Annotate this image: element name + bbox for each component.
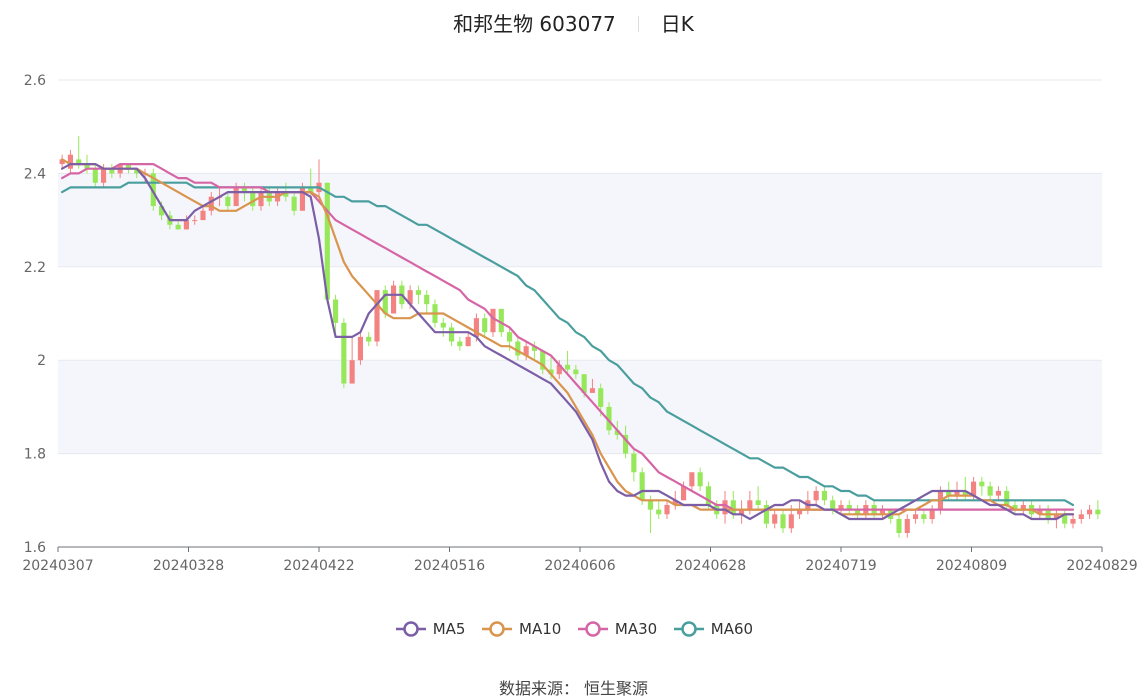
candle-body [1070,518,1076,524]
candle-body [896,518,902,533]
kline-chart: 1.6 1.8 2 2.2 2.4 2.6 20240307 20240328 20240422… [22,73,1137,574]
x-tick-label: 20240422 [283,558,354,574]
candle-body [830,500,836,510]
candle-body [457,341,463,347]
candle-body [465,336,471,347]
candle-body [498,308,504,333]
candle-body [921,514,927,519]
candle-body [722,500,728,515]
legend-item-ma10[interactable]: MA10 [480,620,561,638]
candle-body [656,509,662,515]
legend-label-ma5: MA5 [432,620,466,638]
candle-body [1004,490,1010,505]
candle-body [200,210,206,221]
candle-body [995,490,1001,496]
candle-body [515,341,521,356]
candle-body [208,196,214,211]
candle-body [183,220,189,230]
candle-body [987,486,993,496]
candle-body [391,285,397,314]
x-tick-label: 20240328 [153,558,224,574]
candle-body [697,472,703,487]
candle-body [689,472,695,487]
y-tick-label: 2 [37,353,46,369]
candle-body [631,453,637,473]
candle-body [341,322,347,384]
x-tick-label: 20240829 [1066,558,1137,574]
legend-marker-ma5-icon [395,621,426,637]
candle-body [913,514,919,519]
grid-band [58,360,1102,454]
y-tick-label: 2.2 [24,260,46,276]
candle-body [1078,514,1084,519]
y-tick-label: 2.4 [24,166,46,182]
candle-body [440,322,446,328]
legend-label-ma10: MA10 [519,620,562,638]
legend-marker-ma30-icon [578,621,609,637]
candle-body [664,504,670,515]
candle-body [449,327,455,342]
candle-body [813,490,819,501]
candle-body [647,500,653,510]
candle-body [92,168,98,183]
legend-label-ma60: MA60 [710,620,754,638]
legend-item-ma30[interactable]: MA30 [576,620,657,638]
candle-body [299,187,305,211]
candle-body [929,509,935,519]
y-tick-label: 1.6 [24,540,46,556]
candle-body [589,388,595,393]
candle-body [258,192,264,207]
candle-body [374,290,380,342]
candle-body [415,290,421,295]
candle-body [482,318,488,333]
x-tick-label: 20240628 [675,558,746,574]
x-tick-label: 20240516 [414,558,485,574]
candle-body [904,518,910,533]
candle-body [349,360,355,384]
candle-body [772,514,778,524]
legend-item-ma60[interactable]: MA60 [672,620,753,638]
candle-body [225,196,231,207]
y-tick-label: 1.8 [24,447,46,463]
candle-body [573,369,579,375]
x-tick-label: 20240307 [22,558,93,574]
legend-item-ma5[interactable]: MA5 [394,620,466,638]
candle-body [565,364,571,370]
candle-body [192,220,198,222]
candle-body [639,472,645,501]
candle-body [780,514,786,529]
candle-body [175,224,181,230]
chart-legend: MA5 MA10 MA30 MA60 [0,620,1147,638]
candle-body [507,332,513,342]
candle-body [366,336,372,342]
candle-body [424,294,430,305]
candle-body [755,500,761,505]
candle-body [357,336,363,361]
candle-body [233,187,239,207]
candle-body [788,514,794,529]
candle-body [490,308,496,333]
candle-body [250,192,256,207]
legend-marker-ma10-icon [482,621,513,637]
candle-body [747,500,753,510]
candle-body [1087,509,1093,515]
candle-body [979,481,985,487]
x-tick-label: 20240809 [936,558,1007,574]
candle-body [67,154,73,169]
data-source: 数据来源： 恒生聚源 [498,679,649,698]
candle-body [1095,509,1101,515]
candle-body [101,168,107,183]
candle-body [821,490,827,501]
x-tick-label: 20240606 [544,558,615,574]
candle-body [291,196,297,211]
y-tick-label: 2.6 [24,73,46,89]
x-tick-label: 20240719 [805,558,876,574]
candle-body [598,388,604,407]
legend-label-ma30: MA30 [614,620,658,638]
candle-body [333,299,339,323]
legend-marker-ma60-icon [673,621,704,637]
